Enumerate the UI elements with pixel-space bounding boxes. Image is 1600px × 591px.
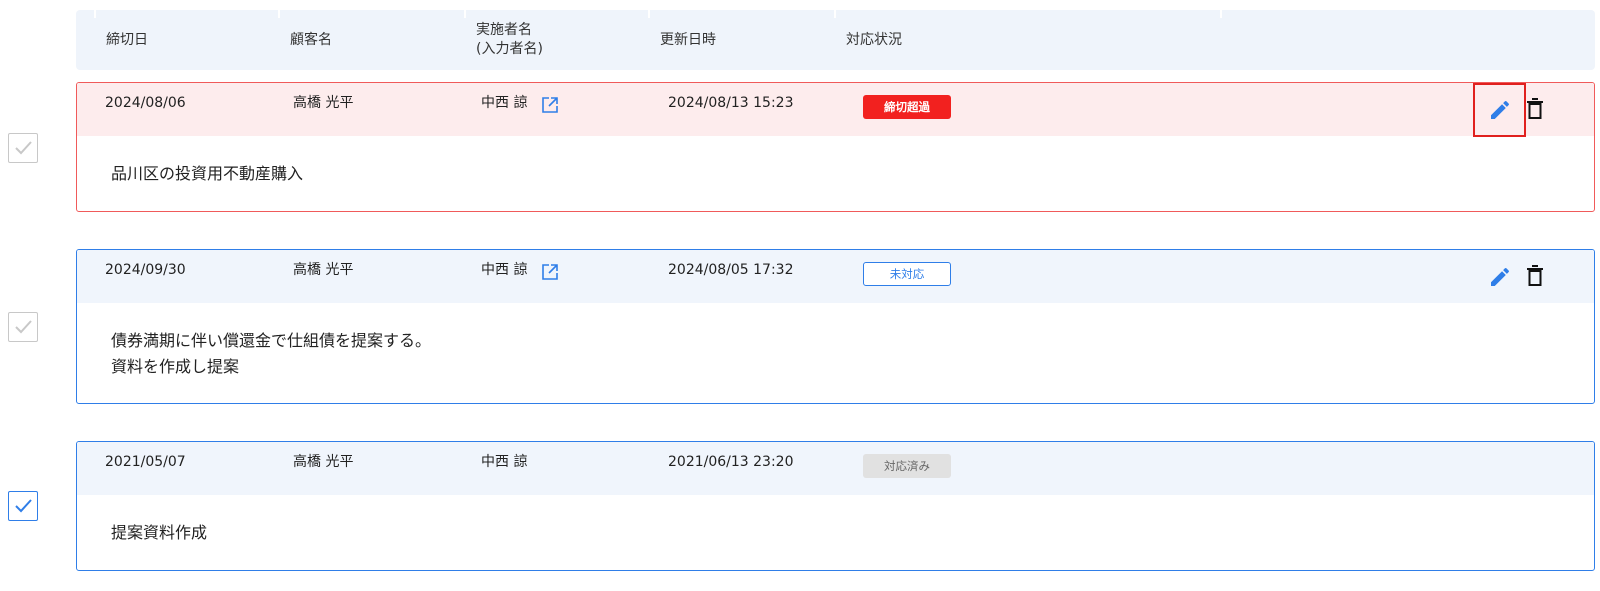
status-badge: 締切超過 [863, 95, 951, 119]
task-checkbox[interactable] [8, 312, 38, 342]
task-description-line: 提案資料作成 [111, 523, 208, 542]
task-description-line: 債券満期に伴い償還金で仕組債を提案する。 [111, 331, 432, 350]
task-customer: 高橋 光平 [293, 95, 354, 111]
column-header-status: 対応状況 [846, 31, 902, 48]
trash-icon [1527, 265, 1543, 286]
task-description-line: 品川区の投資用不動産購入 [111, 164, 304, 183]
table-header: 締切日 顧客名 実施者名 (入力者名) 更新日時 対応状況 [76, 10, 1595, 70]
trash-icon [1527, 98, 1543, 119]
task-assignee: 中西 諒 [481, 454, 528, 470]
task-deadline: 2021/05/07 [105, 454, 186, 470]
delete-button[interactable] [1523, 96, 1547, 122]
edit-button[interactable] [1473, 250, 1526, 304]
status-badge: 未対応 [863, 262, 951, 286]
checkmark-icon [15, 141, 32, 155]
task-customer: 高橋 光平 [293, 262, 354, 278]
task-description: 債券満期に伴い償還金で仕組債を提案する。 資料を作成し提案 [111, 328, 431, 380]
column-header-assignee-line1: 実施者名 [476, 22, 532, 38]
task-description: 提案資料作成 [111, 520, 207, 546]
checkmark-icon [15, 499, 32, 513]
task-checkbox[interactable] [8, 133, 38, 163]
task-card: 2024/08/06 高橋 光平 中西 諒 2024/08/13 15:23 締… [76, 82, 1595, 212]
column-header-customer: 顧客名 [290, 31, 332, 48]
task-deadline: 2024/08/06 [105, 95, 186, 111]
pencil-icon [1490, 268, 1509, 286]
column-header-assignee: 実施者名 (入力者名) [476, 10, 543, 70]
task-description: 品川区の投資用不動産購入 [111, 161, 303, 187]
edit-button[interactable] [1473, 83, 1526, 137]
column-header-assignee-line2: (入力者名) [476, 41, 543, 57]
task-customer: 高橋 光平 [293, 454, 354, 470]
external-link-icon[interactable] [540, 95, 560, 115]
pencil-icon [1490, 101, 1509, 119]
column-header-deadline: 締切日 [106, 31, 148, 48]
task-checkbox[interactable] [8, 491, 38, 521]
task-card: 2021/05/07 高橋 光平 中西 諒 2021/06/13 23:20 対… [76, 441, 1595, 571]
external-link-icon[interactable] [540, 262, 560, 282]
checkmark-icon [15, 320, 32, 334]
status-badge: 対応済み [863, 454, 951, 478]
task-updated: 2021/06/13 23:20 [668, 454, 794, 470]
task-description-line: 資料を作成し提案 [111, 357, 240, 376]
task-updated: 2024/08/13 15:23 [668, 95, 794, 111]
task-assignee: 中西 諒 [481, 262, 528, 278]
task-card: 2024/09/30 高橋 光平 中西 諒 2024/08/05 17:32 未… [76, 249, 1595, 404]
column-header-updated: 更新日時 [660, 31, 716, 48]
delete-button[interactable] [1523, 263, 1547, 289]
task-updated: 2024/08/05 17:32 [668, 262, 794, 278]
task-assignee: 中西 諒 [481, 95, 528, 111]
task-deadline: 2024/09/30 [105, 262, 186, 278]
